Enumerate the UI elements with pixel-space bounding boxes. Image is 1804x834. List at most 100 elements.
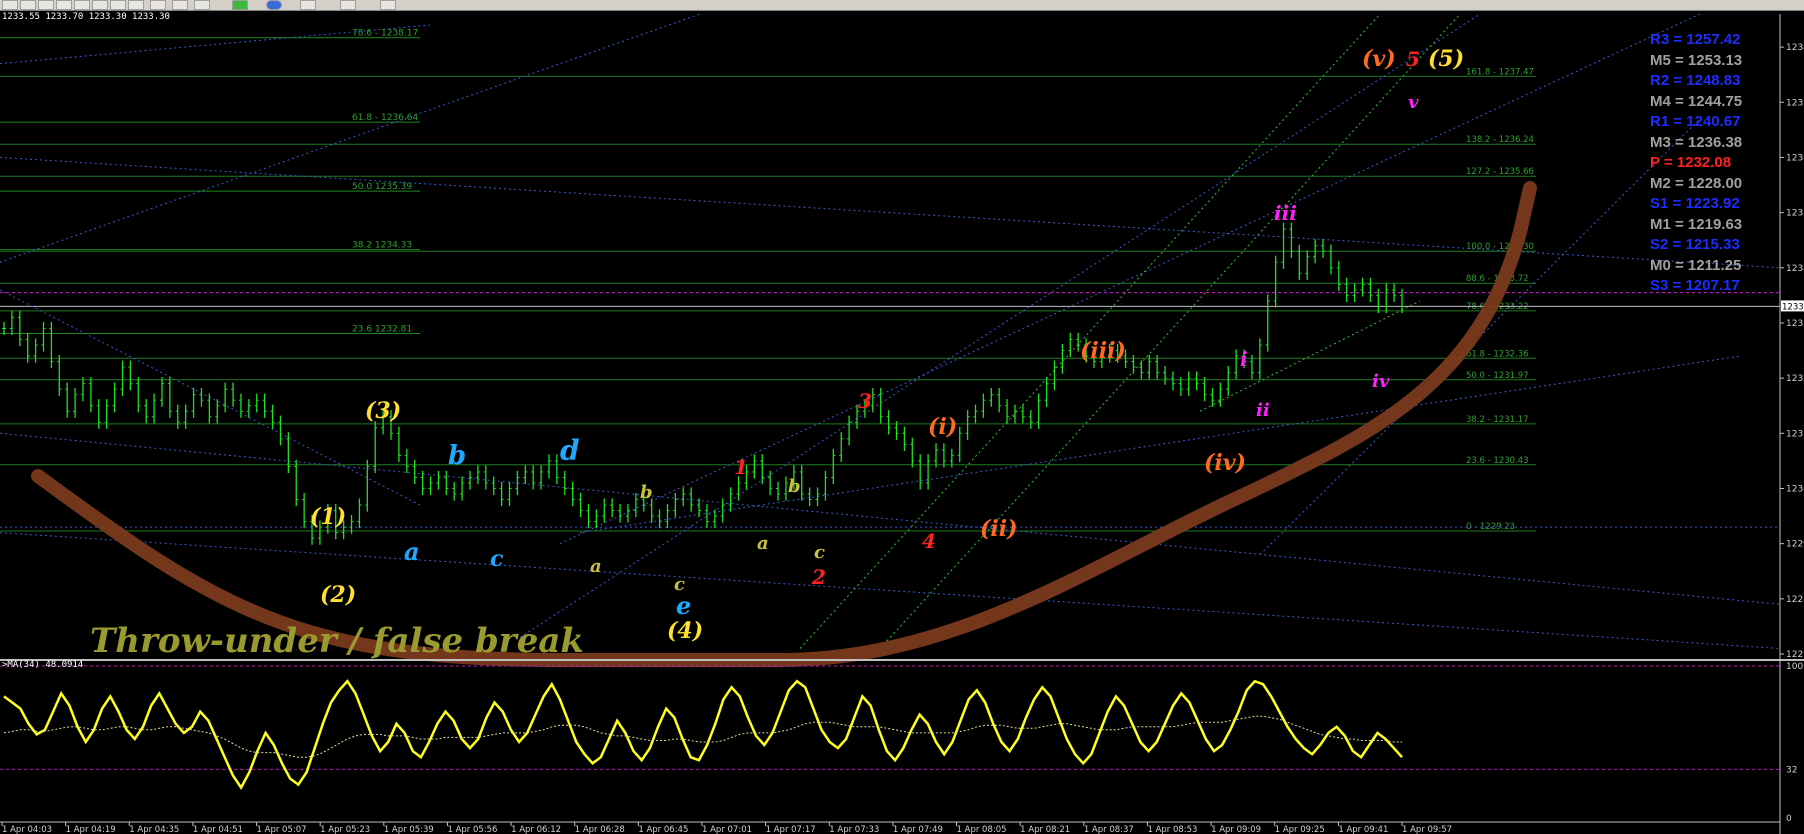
wave-label: iv [1372,371,1390,392]
wave-label: c [490,546,504,572]
wave-label: (3) [365,398,401,424]
pivot-level: P = 1232.08 [1650,154,1732,171]
y-tick-label: 1238 [1786,43,1804,53]
y-tick-label: 1227 [1786,650,1804,660]
wave-label: v [1408,92,1419,113]
wave-label: i [1240,347,1248,371]
fib-label: 38.2 - 1231.17 [1466,415,1529,425]
wave-label: c [814,542,825,563]
x-tick-label: 1 Apr 08:53 [1147,825,1197,834]
wave-label: (5) [1428,46,1464,72]
x-tick-label: 1 Apr 08:37 [1084,825,1134,834]
fib-label: 61.8 - 1236.64 [352,113,418,123]
channel-line [799,13,1381,649]
x-tick-label: 1 Apr 05:23 [320,825,370,834]
wave-label: b [788,476,801,497]
wave-label: b [448,441,466,471]
wave-label: a [404,537,420,566]
channel-line [0,24,431,65]
x-tick-label: 1 Apr 04:19 [66,825,116,834]
pivot-level: S3 = 1207.17 [1650,277,1740,294]
x-tick-label: 1 Apr 06:45 [638,825,688,834]
channel-line [579,355,1741,534]
fib-levels: 78.6 - 1238.17 61.8 - 1236.64 50.0 1235.39… [0,29,1780,532]
x-tick-label: 1 Apr 07:33 [829,825,879,834]
y-tick-label: 1232 [1786,374,1804,384]
x-tick-label: 1 Apr 04:03 [2,825,52,834]
pivot-level: M4 = 1244.75 [1650,92,1743,110]
x-tick-label: 1 Apr 05:56 [447,825,497,834]
y-tick-label: 1228 [1786,595,1804,605]
wave-label: 2 [811,565,826,589]
wave-label: (i) [928,414,957,440]
y-tick-label: 1231 [1786,429,1804,439]
y-tick-label: 1229 [1786,540,1804,550]
channel-line [559,13,1701,545]
y-tick-label: 100 [1786,662,1803,672]
pivot-levels-panel: R3 = 1257.42 M5 = 1253.13 R2 = 1248.83 M4 =… [1650,30,1770,297]
wave-label: ii [1256,400,1270,421]
x-tick-label: 1 Apr 07:17 [766,825,816,834]
indicator-window [0,659,1804,791]
fib-label: 78.6 - 1238.17 [352,29,418,39]
wave-label: (v) [1362,46,1396,72]
wave-label: 5 [1406,47,1420,71]
trend-channels [0,13,1781,649]
channel-line [0,13,701,263]
wave-label: e [676,591,691,620]
fib-label: 138.2 - 1236.24 [1466,135,1534,145]
wave-label: a [590,556,602,577]
wave-labels: (1) (2) (3) (4) (5) a b c d e a b c a b c 1 2 3 4 5 (i) (ii) (i… [310,46,1464,644]
fib-label: 127.2 - 1235.66 [1466,167,1534,177]
price-chart[interactable]: 78.6 - 1238.17 61.8 - 1236.64 50.0 1235.39… [0,0,1804,834]
y-tick-label: 1230 [1786,484,1804,494]
fib-label: 23.6 1232.81 [352,324,412,334]
wave-label: (2) [320,582,356,608]
fib-label: 38.2 1234.33 [352,241,412,251]
fib-label: 23.6 - 1230.43 [1466,456,1529,466]
wave-label: b [640,482,653,503]
pivot-level: R1 = 1240.67 [1650,113,1741,130]
wave-label: iii [1274,201,1297,225]
pivot-level: M1 = 1219.63 [1650,215,1743,233]
pivot-level: R3 = 1257.42 [1650,31,1741,48]
indicator-title: >MA(34) 48.0914 [2,660,84,670]
channel-line [1199,300,1421,412]
price-bars [2,222,1404,545]
x-tick-label: 1 Apr 09:09 [1211,825,1261,834]
wave-label: d [560,434,580,467]
pivot-level: M2 = 1228.00 [1650,174,1743,192]
x-tick-label: 1 Apr 06:28 [575,825,625,834]
y-tick-label: 1233 [1786,319,1804,329]
x-tick-label: 1 Apr 09:57 [1402,825,1452,834]
x-tick-label: 1 Apr 04:51 [193,825,243,834]
fib-label: 161.8 - 1237.47 [1466,67,1534,77]
y-tick-label: 1236 [1786,153,1804,163]
wave-label: (iv) [1204,450,1246,476]
fib-label: 50.0 - 1231.97 [1466,371,1529,381]
x-tick-label: 1 Apr 09:25 [1275,825,1325,834]
fib-label: 61.8 - 1232.36 [1466,349,1529,359]
wave-label: a [757,533,769,554]
x-tick-label: 1 Apr 08:21 [1020,825,1070,834]
wave-label: 4 [922,529,936,553]
pivot-level: S2 = 1215.33 [1650,236,1740,253]
pivot-level: M3 = 1236.38 [1650,133,1743,151]
x-tick-label: 1 Apr 05:39 [384,825,434,834]
x-tick-label: 1 Apr 05:07 [257,825,307,834]
x-tick-label: 1 Apr 08:05 [957,825,1007,834]
x-tick-label: 1 Apr 06:12 [511,825,561,834]
y-tick-label: 1234 [1786,264,1804,274]
pivot-level: S1 = 1223.92 [1650,195,1740,212]
y-tick-label: 32 [1786,765,1797,775]
pivot-level: M5 = 1253.13 [1650,51,1743,69]
channel-line [519,13,1481,638]
wave-label: (ii) [980,516,1018,542]
wave-label: 3 [858,389,872,413]
wave-label: (1) [310,504,346,530]
fib-label: 50.0 1235.39 [352,182,412,192]
x-tick-label: 1 Apr 07:49 [893,825,943,834]
x-tick-label: 1 Apr 09:41 [1338,825,1388,834]
price-box-label: 1233 [1782,302,1804,312]
y-tick-label: 0 [1786,814,1792,824]
